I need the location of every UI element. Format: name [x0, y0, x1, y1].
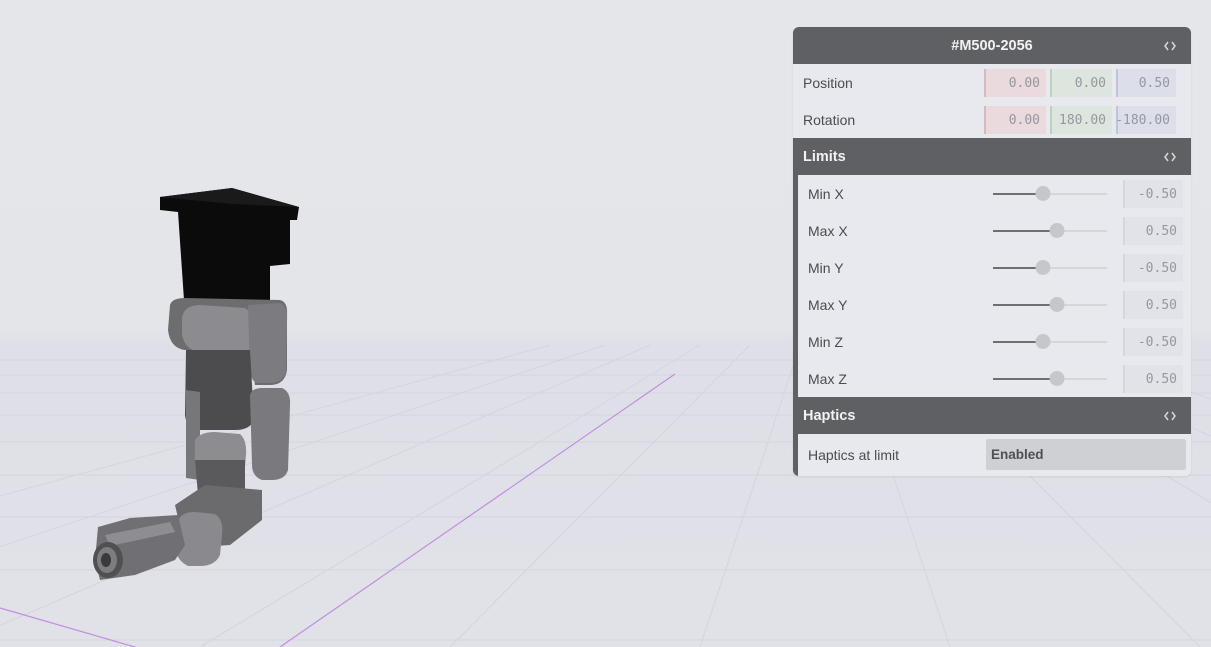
- haptics-section-body: Haptics at limit Enabled: [793, 434, 1191, 476]
- limit-slider[interactable]: [993, 297, 1107, 312]
- slider-knob[interactable]: [1049, 223, 1065, 238]
- limit-row-min-x: Min X -0.50: [798, 175, 1191, 212]
- limit-label: Min X: [808, 185, 844, 202]
- limit-row-max-x: Max X 0.50: [798, 212, 1191, 249]
- limit-row-max-z: Max Z 0.50: [798, 360, 1191, 397]
- limit-value-field[interactable]: 0.50: [1123, 217, 1183, 245]
- limit-label: Min Y: [808, 259, 844, 276]
- limit-label: Max Y: [808, 296, 848, 313]
- axis-line-x: [0, 607, 136, 647]
- limit-value-field[interactable]: 0.50: [1123, 291, 1183, 319]
- limit-row-max-y: Max Y 0.50: [798, 286, 1191, 323]
- collapse-toggle-icon[interactable]: [1161, 40, 1179, 52]
- limit-slider[interactable]: [993, 371, 1107, 386]
- robot-arm-model[interactable]: [93, 188, 299, 580]
- limit-value-field[interactable]: 0.50: [1123, 365, 1183, 393]
- rotation-label: Rotation: [803, 111, 856, 128]
- slider-knob[interactable]: [1049, 297, 1065, 312]
- haptics-section-header[interactable]: Haptics: [793, 397, 1191, 434]
- position-vector: 0.00 0.00 0.50: [984, 69, 1176, 97]
- position-z-field[interactable]: 0.50: [1116, 69, 1176, 97]
- limit-value-field[interactable]: -0.50: [1123, 328, 1183, 356]
- position-label: Position: [803, 74, 853, 91]
- panel-title: #M500-2056: [951, 37, 1033, 54]
- position-row: Position 0.00 0.00 0.50: [793, 64, 1191, 101]
- haptics-title: Haptics: [803, 407, 856, 424]
- slider-knob[interactable]: [1035, 260, 1051, 275]
- limit-slider[interactable]: [993, 223, 1107, 238]
- limit-label: Max X: [808, 222, 848, 239]
- transform-control-panel: #M500-2056 Position 0.00 0.00 0.50 Rotat…: [793, 27, 1191, 476]
- rotation-x-field[interactable]: 0.00: [984, 106, 1046, 134]
- haptics-select[interactable]: Enabled: [986, 439, 1186, 470]
- limit-slider[interactable]: [993, 186, 1107, 201]
- slider-knob[interactable]: [1049, 371, 1065, 386]
- position-x-field[interactable]: 0.00: [984, 69, 1046, 97]
- limit-row-min-y: Min Y -0.50: [798, 249, 1191, 286]
- position-y-field[interactable]: 0.00: [1050, 69, 1112, 97]
- limit-value-field[interactable]: -0.50: [1123, 254, 1183, 282]
- rotation-y-field[interactable]: 180.00: [1050, 106, 1112, 134]
- limit-slider[interactable]: [993, 334, 1107, 349]
- slider-knob[interactable]: [1035, 334, 1051, 349]
- haptics-label: Haptics at limit: [808, 447, 900, 463]
- limits-section-body: Min X -0.50 Max X 0.50 Min Y -0.50 Max Y…: [793, 175, 1191, 397]
- rotation-z-field[interactable]: -180.00: [1115, 106, 1176, 134]
- limit-row-min-z: Min Z -0.50: [798, 323, 1191, 360]
- rotation-row: Rotation 0.00 180.00 -180.00: [793, 101, 1191, 138]
- limits-title: Limits: [803, 148, 846, 165]
- haptics-row: Haptics at limit Enabled: [798, 434, 1191, 476]
- limit-value-field[interactable]: -0.50: [1123, 180, 1183, 208]
- collapse-toggle-icon[interactable]: [1161, 410, 1179, 422]
- slider-knob[interactable]: [1035, 186, 1051, 201]
- limit-slider[interactable]: [993, 260, 1107, 275]
- limits-section-header[interactable]: Limits: [793, 138, 1191, 175]
- rotation-vector: 0.00 180.00 -180.00: [984, 106, 1176, 134]
- limit-label: Max Z: [808, 370, 847, 387]
- limit-label: Min Z: [808, 333, 843, 350]
- collapse-toggle-icon[interactable]: [1161, 151, 1179, 163]
- panel-header[interactable]: #M500-2056: [793, 27, 1191, 64]
